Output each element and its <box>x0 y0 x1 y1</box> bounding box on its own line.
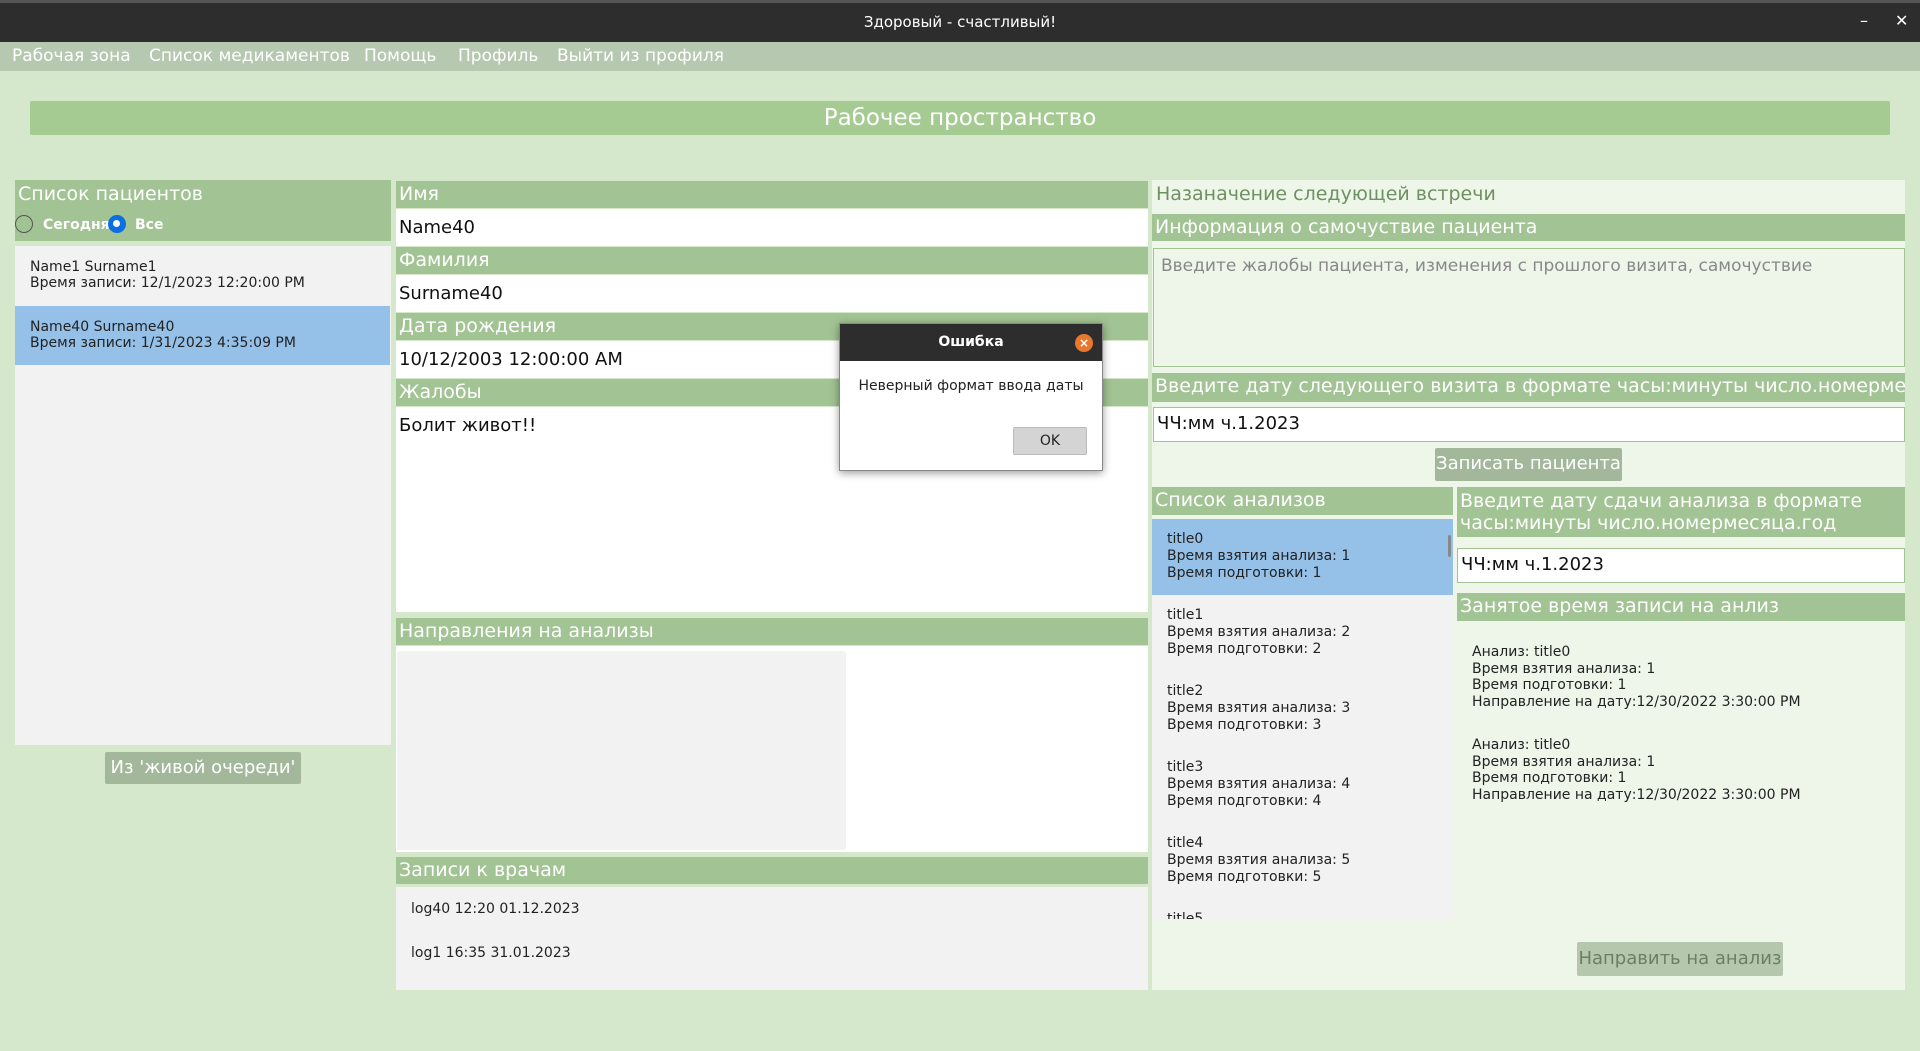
wellbeing-placeholder: Введите жалобы пациента, изменения с про… <box>1161 256 1813 276</box>
analysis-item[interactable]: title2 Время взятия анализа: 3 Время под… <box>1152 671 1453 747</box>
busy-prep-time: Время подготовки: 1 <box>1472 677 1627 693</box>
referrals-list[interactable] <box>397 651 846 850</box>
name-field[interactable]: Name40 <box>396 209 1148 246</box>
analysis-title: title2 <box>1167 683 1204 699</box>
analysis-prep-time: Время подготовки: 4 <box>1167 793 1322 809</box>
visit-date-label: Введите дату следующего визита в формате… <box>1152 373 1905 402</box>
title-bar: Здоровый - счастливый! – ✕ <box>0 0 1920 42</box>
analysis-title: title1 <box>1167 607 1204 623</box>
busy-times-label: Занятое время записи на анлиз <box>1457 593 1905 621</box>
analysis-take-time: Время взятия анализа: 4 <box>1167 776 1351 792</box>
menu-help[interactable]: Помощь <box>364 46 436 66</box>
patient-name: Name1 Surname1 <box>30 259 157 275</box>
analysis-title: title0 <box>1167 531 1204 547</box>
busy-prep-time: Время подготовки: 1 <box>1472 770 1627 786</box>
analysis-item[interactable]: title1 Время взятия анализа: 2 Время под… <box>1152 595 1453 671</box>
analysis-title: title4 <box>1167 835 1204 851</box>
record-patient-button[interactable]: Записать пациента <box>1435 448 1622 481</box>
surname-value: Surname40 <box>399 283 503 304</box>
analysis-prep-time: Время подготовки: 3 <box>1167 717 1322 733</box>
patient-time: Время записи: 1/31/2023 4:35:09 PM <box>30 335 296 351</box>
busy-take-time: Время взятия анализа: 1 <box>1472 753 1656 770</box>
appointment-item[interactable]: log40 12:20 01.12.2023 <box>411 901 580 917</box>
analysis-take-time: Время взятия анализа: 3 <box>1167 700 1351 716</box>
analysis-item[interactable]: title5 <box>1152 899 1453 919</box>
close-icon[interactable]: × <box>1075 334 1093 352</box>
appointment-item[interactable]: log1 16:35 31.01.2023 <box>411 945 571 961</box>
next-meeting-title: Назаначение следующей встречи <box>1156 183 1496 205</box>
visit-date-value: ЧЧ:мм ч.1.2023 <box>1157 413 1300 434</box>
analysis-item[interactable]: title3 Время взятия анализа: 4 Время под… <box>1152 747 1453 823</box>
analyses-label: Список анализов <box>1152 487 1453 515</box>
wellbeing-textarea[interactable]: Введите жалобы пациента, изменения с про… <box>1153 248 1905 367</box>
analysis-date-label: Введите дату сдачи анализа в формате час… <box>1457 487 1905 537</box>
busy-date: Направление на дату:12/30/2022 3:30:00 P… <box>1472 693 1801 710</box>
patient-item[interactable]: Name1 Surname1 Время записи: 12/1/2023 1… <box>15 246 390 305</box>
name-label: Имя <box>396 181 1148 208</box>
analysis-item[interactable]: title4 Время взятия анализа: 5 Время под… <box>1152 823 1453 899</box>
busy-time-item[interactable]: Анализ: title0 Время взятия анализа: 1 В… <box>1457 737 1801 803</box>
filter-today-radio[interactable] <box>15 215 33 233</box>
analysis-take-time: Время взятия анализа: 1 <box>1167 548 1351 564</box>
surname-label: Фамилия <box>396 247 1148 274</box>
analysis-title: title3 <box>1167 759 1204 775</box>
busy-take-time: Время взятия анализа: 1 <box>1472 660 1656 677</box>
patient-name: Name40 Surname40 <box>30 319 175 335</box>
surname-field[interactable]: Surname40 <box>396 275 1148 312</box>
menu-workspace[interactable]: Рабочая зона <box>12 46 131 66</box>
minimize-icon[interactable]: – <box>1860 11 1868 30</box>
analysis-prep-time: Время подготовки: 2 <box>1167 641 1322 657</box>
referrals-label: Направления на анализы <box>396 618 1148 645</box>
patient-list-header-panel: Список пациентов Сегодня Все <box>15 180 391 241</box>
analysis-prep-time: Время подготовки: 5 <box>1167 869 1322 885</box>
menu-logout[interactable]: Выйти из профиля <box>557 46 724 66</box>
analysis-date-value: ЧЧ:мм ч.1.2023 <box>1461 554 1604 575</box>
wellbeing-label: Информация о самочуствие пациента <box>1152 214 1905 241</box>
busy-date: Направление на дату:12/30/2022 3:30:00 P… <box>1472 786 1801 803</box>
menu-bar: Рабочая зона Список медикаментов Помощь … <box>0 42 1920 71</box>
name-value: Name40 <box>399 217 476 238</box>
patient-list-title: Список пациентов <box>18 183 203 205</box>
analysis-take-time: Время взятия анализа: 5 <box>1167 852 1351 868</box>
analysis-take-time: Время взятия анализа: 2 <box>1167 624 1351 640</box>
menu-profile[interactable]: Профиль <box>458 46 538 66</box>
ok-button[interactable]: OK <box>1013 427 1087 455</box>
window-title: Здоровый - счастливый! <box>863 13 1057 31</box>
busy-times-list[interactable]: Анализ: title0 Время взятия анализа: 1 В… <box>1457 625 1905 932</box>
analysis-title: title5 <box>1167 911 1204 919</box>
workspace-banner: Рабочее пространство <box>30 101 1890 135</box>
dialog-message: Неверный формат ввода даты <box>858 378 1084 394</box>
close-window-icon[interactable]: ✕ <box>1895 11 1908 30</box>
busy-analysis-name: Анализ: title0 <box>1472 737 1571 753</box>
filter-today-label[interactable]: Сегодня <box>43 217 110 233</box>
send-to-analysis-button[interactable]: Направить на анализ <box>1577 942 1783 976</box>
patient-item-selected[interactable]: Name40 Surname40 Время записи: 1/31/2023… <box>15 306 390 365</box>
appointments-list[interactable]: log40 12:20 01.12.2023 log1 16:35 31.01.… <box>396 887 1148 990</box>
filter-all-radio[interactable] <box>108 215 126 233</box>
referrals-area <box>396 646 1148 852</box>
filter-all-label[interactable]: Все <box>135 217 163 233</box>
dialog-title: Ошибка <box>840 324 1102 361</box>
visit-date-input[interactable]: ЧЧ:мм ч.1.2023 <box>1153 407 1905 442</box>
busy-analysis-name: Анализ: title0 <box>1472 644 1571 660</box>
analysis-date-input[interactable]: ЧЧ:мм ч.1.2023 <box>1457 548 1905 583</box>
analysis-item-selected[interactable]: title0 Время взятия анализа: 1 Время под… <box>1152 519 1453 595</box>
patient-time: Время записи: 12/1/2023 12:20:00 PM <box>30 275 305 291</box>
live-queue-button[interactable]: Из 'живой очереди' <box>105 752 301 784</box>
error-dialog: Ошибка × Неверный формат ввода даты OK <box>839 323 1103 471</box>
menu-medications[interactable]: Список медикаментов <box>149 46 350 66</box>
analyses-list[interactable]: title0 Время взятия анализа: 1 Время под… <box>1152 519 1453 919</box>
analysis-prep-time: Время подготовки: 1 <box>1167 565 1322 581</box>
patient-list[interactable]: Name1 Surname1 Время записи: 12/1/2023 1… <box>15 246 391 745</box>
busy-time-item[interactable]: Анализ: title0 Время взятия анализа: 1 В… <box>1457 644 1801 710</box>
analyses-scrollbar[interactable] <box>1448 535 1451 557</box>
appointments-label: Записи к врачам <box>396 857 1148 884</box>
